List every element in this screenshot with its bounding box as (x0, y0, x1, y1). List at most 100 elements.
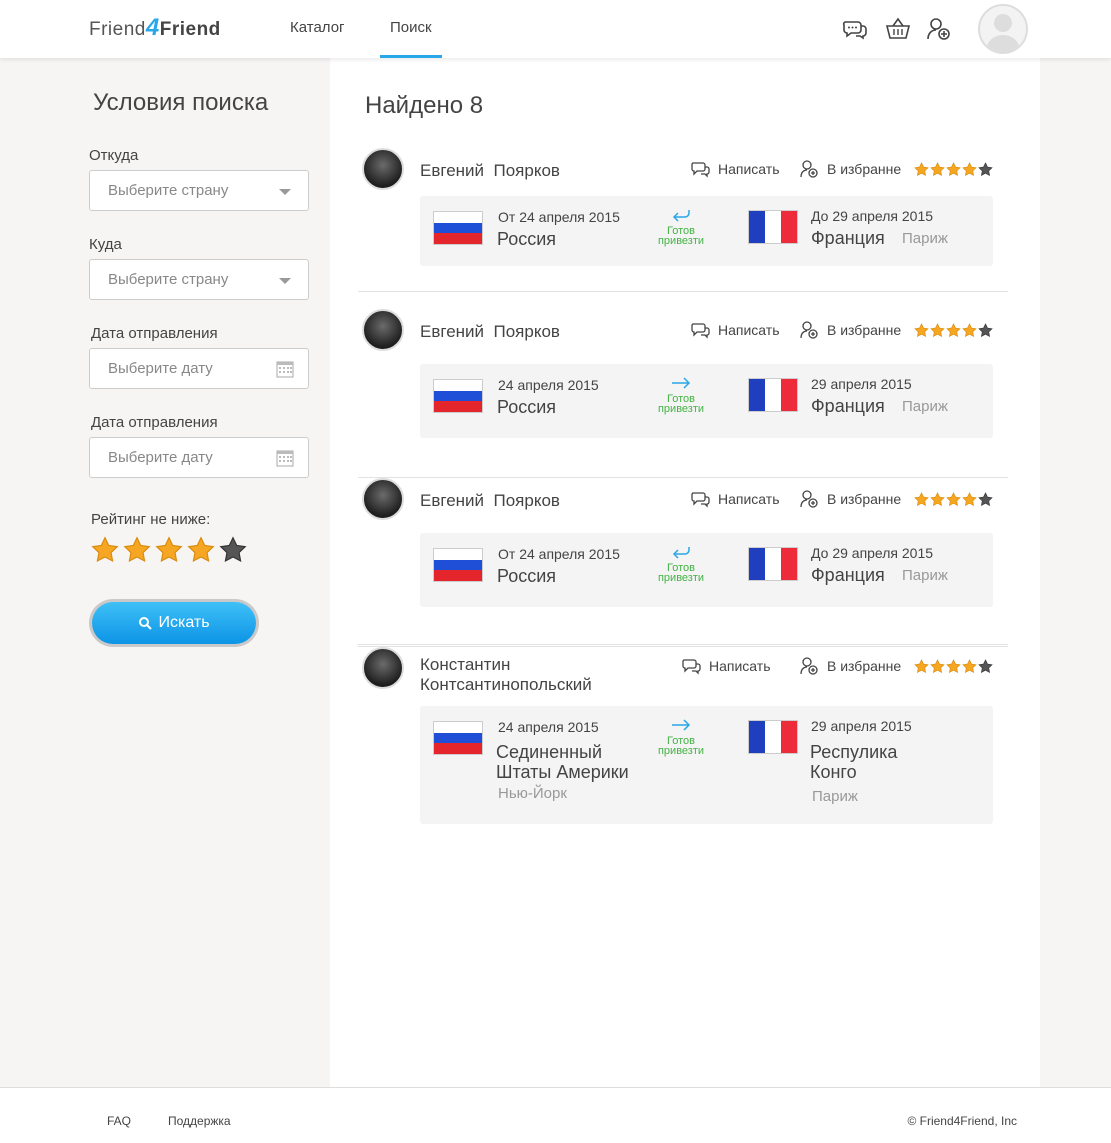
write-message-button[interactable]: Написать (690, 159, 779, 179)
france-flag-icon (748, 378, 798, 412)
star-empty-icon (978, 323, 993, 337)
star-filled-icon (946, 323, 961, 337)
date2-input[interactable]: Выберите дату (89, 437, 309, 478)
star-empty-icon (219, 536, 247, 563)
add-favorite-button[interactable]: В избранне (799, 489, 901, 509)
footer-support-link[interactable]: Поддержка (168, 1114, 231, 1128)
traveler-rating (914, 323, 993, 338)
star-empty-icon (978, 659, 993, 673)
departure-date: От 24 апреля 2015 (498, 546, 620, 562)
user-silhouette-icon (986, 14, 1020, 52)
traveler-last-name: Контсантинопольский (420, 675, 592, 694)
add-favorite-icon (800, 490, 818, 508)
date1-placeholder: Выберите дату (108, 360, 213, 377)
traveler-avatar[interactable] (362, 478, 404, 520)
departure-date: 24 апреля 2015 (498, 377, 599, 393)
star-filled-icon (962, 492, 977, 506)
traveler-avatar[interactable] (362, 148, 404, 190)
route-box: От 24 апреля 2015 Россия Готов привезти До … (420, 196, 993, 266)
top-header: Friend4Friend Каталог Поиск (0, 0, 1111, 58)
traveler-last-name: Поярков (493, 322, 560, 341)
route-box: 24 апреля 2015 Сединенный Штаты Америки Нь… (420, 706, 993, 824)
user-avatar[interactable] (978, 4, 1028, 54)
write-message-button[interactable]: Написать (690, 320, 779, 340)
chat-icon (682, 659, 701, 675)
star-filled-icon (930, 492, 945, 506)
ready-to-bring: Готов привезти (646, 545, 716, 584)
arrival-country: Франция (811, 565, 885, 585)
write-message-button[interactable]: Написать (690, 489, 779, 509)
forward-arrow-icon (672, 719, 691, 731)
search-button[interactable]: Искать (89, 599, 259, 647)
to-label: Куда (89, 236, 122, 253)
departure-country: Россия (497, 397, 557, 417)
russia-flag-icon (433, 211, 483, 245)
traveler-rating (914, 659, 993, 674)
arrival-date: До 29 апреля 2015 (811, 545, 934, 561)
route-box: 24 апреля 2015 Россия Готов привезти 29 апр… (420, 364, 993, 438)
search-sidebar: Условия поиска Откуда Выберите страну Ку… (0, 58, 330, 1087)
chat-icon[interactable] (842, 16, 868, 42)
ready-label: Готов привезти (657, 562, 705, 584)
star-filled-icon (914, 492, 929, 506)
france-flag-icon (748, 720, 798, 754)
from-country-select[interactable]: Выберите страну (89, 170, 309, 211)
chat-icon (691, 162, 710, 178)
ready-to-bring: Готов привезти (646, 376, 716, 415)
results-count: Найдено 8 (365, 92, 484, 119)
rating-filter[interactable] (91, 536, 247, 564)
write-message-button[interactable]: Написать (681, 656, 770, 676)
write-label: Написать (718, 161, 780, 177)
nav-search[interactable]: Поиск (380, 19, 442, 58)
arrival-date: До 29 апреля 2015 (811, 208, 934, 224)
star-filled-icon (91, 536, 119, 563)
basket-icon[interactable] (885, 16, 911, 42)
star-filled-icon (930, 162, 945, 176)
star-filled-icon (155, 536, 183, 563)
traveler-name[interactable]: Евгений Поярков (420, 161, 560, 181)
traveler-first-name: Евгений (420, 491, 485, 510)
sidebar-title: Условия поиска (93, 89, 269, 116)
footer-copyright: © Friend4Friend, Inc (907, 1114, 1017, 1128)
footer-faq-link[interactable]: FAQ (107, 1114, 131, 1128)
add-favorite-icon (800, 657, 818, 675)
traveler-name[interactable]: Евгений Поярков (420, 322, 560, 342)
add-user-icon[interactable] (926, 16, 952, 42)
calendar-icon[interactable] (276, 360, 294, 378)
star-filled-icon (123, 536, 151, 563)
star-filled-icon (914, 659, 929, 673)
ready-to-bring: Готов привезти (646, 208, 716, 247)
logo-part2: Friend (159, 19, 221, 40)
calendar-icon[interactable] (276, 449, 294, 467)
traveler-name[interactable]: Евгений Поярков (420, 491, 560, 511)
traveler-rating (914, 162, 993, 177)
write-label: Написать (718, 322, 780, 338)
add-favorite-button[interactable]: В избранне (799, 656, 901, 676)
star-filled-icon (962, 323, 977, 337)
favorite-label: В избранне (827, 658, 902, 674)
star-filled-icon (187, 536, 215, 563)
ready-label: Готов привезти (657, 393, 705, 415)
route-box: От 24 апреля 2015 Россия Готов привезти До … (420, 533, 993, 607)
search-button-label: Искать (158, 614, 210, 631)
nav-catalog[interactable]: Каталог (290, 19, 345, 36)
chevron-down-icon (279, 278, 291, 284)
traveler-name[interactable]: Константин Контсантинопольский (420, 655, 592, 695)
add-favorite-button[interactable]: В избранне (799, 320, 901, 340)
traveler-avatar[interactable] (362, 647, 404, 689)
from-placeholder: Выберите страну (108, 182, 229, 199)
date1-input[interactable]: Выберите дату (89, 348, 309, 389)
ready-label: Готов привезти (657, 735, 705, 757)
star-filled-icon (962, 659, 977, 673)
traveler-rating (914, 492, 993, 507)
add-favorite-button[interactable]: В избранне (799, 159, 901, 179)
result-divider (358, 644, 1008, 645)
france-flag-icon (748, 210, 798, 244)
logo[interactable]: Friend4Friend (89, 14, 221, 42)
traveler-first-name: Евгений (420, 322, 485, 341)
to-country-select[interactable]: Выберите страну (89, 259, 309, 300)
add-favorite-icon (800, 160, 818, 178)
traveler-avatar[interactable] (362, 309, 404, 351)
arrival-country: Франция (811, 228, 885, 248)
star-filled-icon (914, 323, 929, 337)
